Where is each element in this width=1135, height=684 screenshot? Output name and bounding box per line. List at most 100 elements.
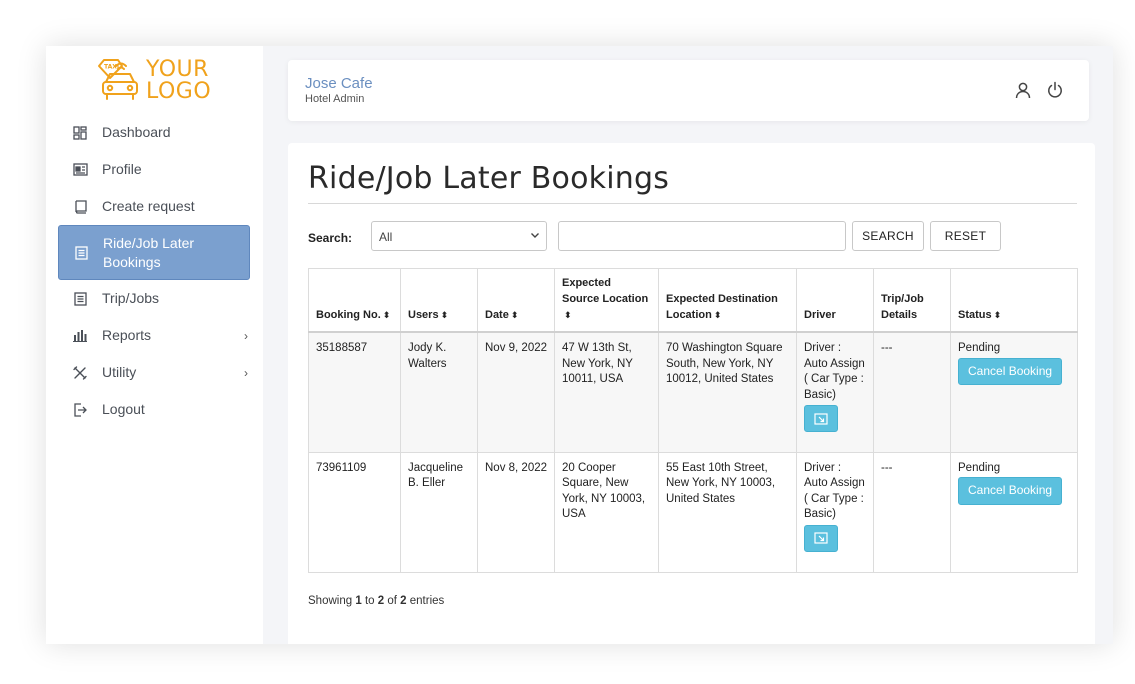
info-suffix: entries	[409, 595, 445, 607]
hotel-role: Hotel Admin	[305, 93, 365, 105]
cancel-booking-button[interactable]: Cancel Booking	[958, 357, 1063, 385]
cell-booking-no: 73961109	[308, 451, 401, 573]
sidebar-item-create-request[interactable]: Create request	[58, 188, 250, 225]
hotel-name: Jose Cafe	[305, 75, 373, 92]
cell-driver: Driver : Auto Assign ( Car Type : Basic)	[796, 451, 874, 573]
cell-details: ---	[873, 451, 951, 573]
info-to: 2	[377, 595, 385, 607]
info-of-word: of	[387, 595, 397, 607]
title-divider	[308, 203, 1077, 204]
column-header-details: Trip/Job Details	[873, 268, 951, 333]
cell-date: Nov 9, 2022	[477, 331, 555, 453]
info-to-word: to	[364, 595, 375, 607]
taxi-logo-icon: TAXI	[98, 59, 138, 100]
status-text: Pending	[958, 342, 1001, 354]
table-row: 35188587 Jody K. Walters Nov 9, 2022 47 …	[308, 331, 1078, 453]
sort-icon: ⬍	[564, 310, 572, 320]
column-header-users[interactable]: Users ⬍	[400, 268, 478, 333]
taxi-badge-text: TAXI	[104, 64, 119, 71]
sort-icon: ⬍	[440, 310, 449, 320]
sidebar-item-label: Profile	[102, 161, 142, 177]
sidebar-item-label: Logout	[102, 401, 145, 417]
sidebar-item-profile[interactable]: Profile	[58, 151, 250, 188]
sort-icon: ⬍	[510, 310, 519, 320]
sidebar-item-label: Utility	[102, 364, 137, 380]
tools-icon	[72, 365, 88, 381]
driver-text: Driver : Auto Assign ( Car Type : Basic)	[804, 342, 865, 401]
driver-text: Driver : Auto Assign ( Car Type : Basic)	[804, 461, 865, 521]
column-header-booking-no[interactable]: Booking No. ⬍	[308, 268, 401, 333]
cell-source: 20 Cooper Square, New York, NY 10003, US…	[554, 451, 659, 573]
page-title: Ride/Job Later Bookings	[308, 161, 670, 196]
dashboard-icon	[72, 125, 88, 141]
cell-driver: Driver : Auto Assign ( Car Type : Basic)	[796, 331, 874, 453]
sidebar-item-reports[interactable]: Reports ›	[58, 317, 250, 354]
search-filter-select[interactable]: All	[371, 221, 547, 251]
sidebar-item-label: Create request	[102, 198, 195, 214]
bookings-table: Booking No. ⬍ Users ⬍ Date ⬍ Expected Sourc…	[308, 268, 1078, 573]
column-label: Trip/Job Details	[881, 293, 924, 321]
cell-status: Pending Cancel Booking	[950, 331, 1078, 453]
column-header-driver: Driver	[796, 268, 874, 333]
power-icon[interactable]	[1046, 81, 1064, 99]
column-label: Expected Source Location	[562, 277, 649, 305]
table-header-row: Booking No. ⬍ Users ⬍ Date ⬍ Expected Sourc…	[308, 268, 1078, 333]
table-row: 73961109 Jacqueline B. Eller Nov 8, 2022…	[308, 451, 1078, 573]
sidebar-item-logout[interactable]: Logout	[58, 391, 250, 428]
cell-date: Nov 8, 2022	[477, 451, 555, 573]
sidebar-item-dashboard[interactable]: Dashboard	[58, 114, 250, 151]
column-header-status[interactable]: Status ⬍	[950, 268, 1078, 333]
sidebar-item-ride-job-later-bookings[interactable]: Ride/Job Later Bookings	[58, 225, 250, 280]
sidebar: TAXI YOUR LOGO Dashboard Profile Create …	[46, 46, 263, 644]
column-header-destination[interactable]: Expected Destination Location ⬍	[658, 268, 797, 333]
user-icon[interactable]	[1014, 81, 1032, 99]
cell-user: Jody K. Walters	[400, 331, 478, 453]
cancel-booking-button[interactable]: Cancel Booking	[958, 477, 1063, 505]
cell-destination: 55 East 10th Street, New York, NY 10003,…	[658, 451, 797, 573]
info-from: 1	[355, 595, 362, 607]
sort-icon: ⬍	[382, 310, 391, 320]
column-header-source[interactable]: Expected Source Location ⬍	[554, 268, 659, 333]
sidebar-item-label: Dashboard	[102, 124, 171, 140]
bar-chart-icon	[72, 328, 88, 344]
sidebar-item-trip-jobs[interactable]: Trip/Jobs	[58, 280, 250, 317]
assign-driver-icon	[814, 412, 828, 425]
main-content: Ride/Job Later Bookings Search: All SEAR…	[288, 143, 1095, 644]
column-label: Expected Destination Location	[666, 293, 778, 321]
info-prefix: Showing	[308, 595, 353, 607]
header-bar: Jose Cafe Hotel Admin	[288, 60, 1089, 121]
cell-details: ---	[873, 331, 951, 453]
column-label: Driver	[804, 309, 836, 321]
column-header-date[interactable]: Date ⬍	[477, 268, 555, 333]
sidebar-item-label: Reports	[102, 327, 152, 343]
reset-button[interactable]: RESET	[930, 221, 1001, 251]
company-logo: TAXI YOUR LOGO	[96, 56, 226, 106]
sidebar-item-label: Ride/Job Later Bookings	[103, 234, 195, 270]
cell-source: 47 W 13th St, New York, NY 10011, USA	[554, 331, 659, 453]
assign-driver-button[interactable]	[804, 524, 838, 552]
sidebar-item-utility[interactable]: Utility ›	[58, 354, 250, 391]
cell-booking-no: 35188587	[308, 331, 401, 453]
logout-icon	[72, 402, 88, 418]
logo-text: YOUR LOGO	[146, 59, 211, 103]
sort-icon: ⬍	[993, 310, 1002, 320]
chevron-right-icon: ›	[244, 366, 248, 380]
search-button[interactable]: SEARCH	[852, 221, 924, 251]
profile-card-icon	[72, 162, 88, 178]
info-total: 2	[400, 595, 407, 607]
chevron-down-icon	[530, 230, 540, 243]
app-window: TAXI YOUR LOGO Dashboard Profile Create …	[46, 46, 1113, 644]
status-text: Pending	[958, 461, 1001, 474]
sidebar-nav: Dashboard Profile Create request Ride/Jo…	[58, 114, 250, 428]
column-label: Users	[408, 309, 439, 321]
column-label: Date	[485, 309, 509, 321]
column-label: Status	[958, 309, 992, 321]
assign-driver-icon	[814, 532, 828, 544]
search-input[interactable]	[558, 221, 846, 251]
cell-user: Jacqueline B. Eller	[400, 451, 478, 573]
create-request-icon	[72, 199, 88, 215]
table-entries-info: Showing 1 to 2 of 2 entries	[308, 595, 444, 607]
logo-line-1: YOUR	[146, 57, 209, 82]
assign-driver-button[interactable]	[804, 405, 838, 432]
cell-status: Pending Cancel Booking	[950, 451, 1078, 573]
